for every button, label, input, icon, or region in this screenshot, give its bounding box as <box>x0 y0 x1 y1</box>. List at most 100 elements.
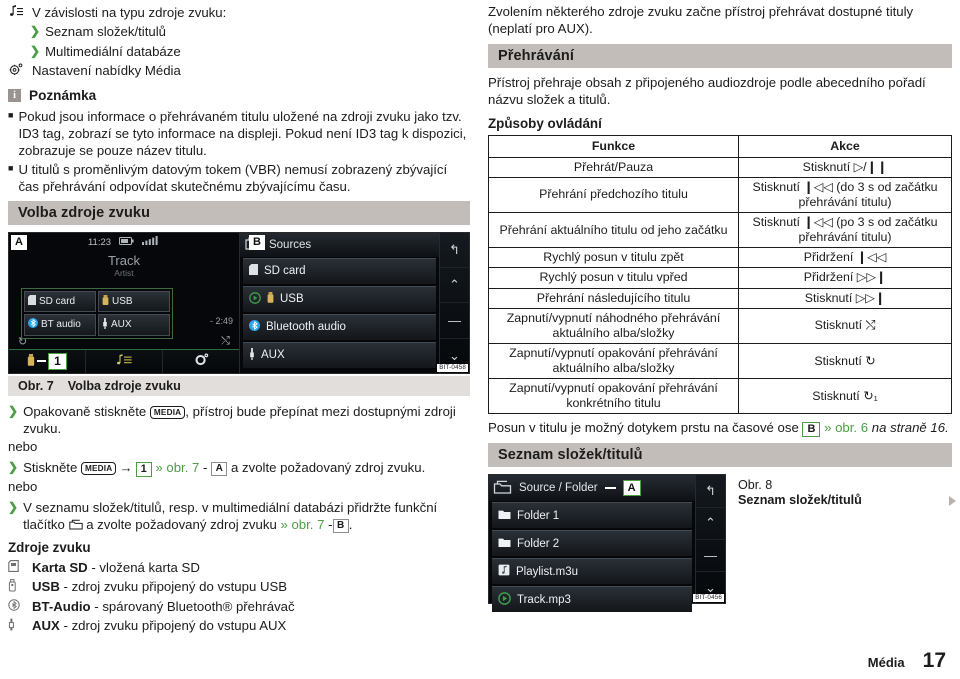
list-item-label: Playlist.m3u <box>516 565 578 578</box>
list-item[interactable]: Bluetooth audio <box>242 313 436 340</box>
note-item: ■ U titulů s proměnlivým datovým tokem (… <box>8 161 470 195</box>
usb-icon <box>27 353 35 369</box>
figure-8-title: Seznam složek/titulů <box>738 493 862 508</box>
screen-taskbar: 1 <box>9 348 239 373</box>
bluetooth-icon <box>28 318 38 331</box>
shuffle-icon[interactable]: ⤭ <box>221 335 230 348</box>
scroll-up-button[interactable]: ⌃ <box>696 508 725 540</box>
control-methods-table: Funkce Akce Přehrát/Pauza Stisknutí ▷/❙❙… <box>487 134 952 415</box>
aux-icon <box>249 347 255 363</box>
control-methods-heading: Způsoby ovládání <box>488 115 602 131</box>
list-item[interactable]: Track.mp3 <box>492 586 692 613</box>
source-popup[interactable]: SD card USB BT audio AUX <box>21 287 173 339</box>
list-item[interactable]: SD card <box>242 257 436 284</box>
figure-tag-ref-b: B <box>802 422 821 438</box>
sub-item-label: Seznam složek/titulů <box>45 24 167 40</box>
list-item[interactable]: USB <box>242 285 436 312</box>
scrollbar-thumb[interactable]: — <box>696 540 725 573</box>
callout-leader-line <box>604 487 616 490</box>
scrollbar-thumb[interactable]: — <box>440 303 469 339</box>
list-item[interactable]: Folder 2 <box>492 530 692 557</box>
step-1-text: Opakovaně stiskněte MEDIA, přístroj bude… <box>23 403 456 437</box>
or-label-2: nebo <box>8 479 38 495</box>
footer-section-label: Média <box>867 655 905 670</box>
media-settings-label: Nastavení nabídky Média <box>32 62 181 78</box>
square-bullet-icon: ■ <box>8 110 14 121</box>
back-button[interactable]: ↰ <box>696 475 725 508</box>
figure-7-label: Obr. 7 <box>18 378 54 393</box>
playlist-icon <box>498 564 510 579</box>
note-header: i Poznámka <box>8 88 470 103</box>
back-button[interactable]: ↰ <box>440 233 469 269</box>
folder-up-icon[interactable] <box>493 480 512 497</box>
section-heading-folder-list: Seznam složek/titulů <box>488 443 952 468</box>
source-legend-text: Karta SD - vložená karta SD <box>32 560 200 576</box>
usb-icon <box>267 292 274 306</box>
taskbar-list-button[interactable] <box>86 349 163 373</box>
figure-tag-ref-b: B <box>332 519 349 534</box>
gear-icon <box>8 62 32 76</box>
audio-sources-heading: Zdroje zvuku <box>8 540 91 556</box>
info-icon: i <box>8 89 21 103</box>
source-popup-item-usb[interactable]: USB <box>98 290 170 312</box>
figure-tag-a: A <box>11 234 27 250</box>
play-circle-icon <box>249 292 261 307</box>
source-popup-item-bt[interactable]: BT audio <box>24 313 96 336</box>
cell-action: Stisknutí ⤭ <box>738 307 952 344</box>
cell-function: Přehrát/Pauza <box>487 156 740 178</box>
list-item-label: Folder 2 <box>517 537 560 550</box>
list-item[interactable]: Folder 1 <box>492 502 692 529</box>
cell-action: Stisknutí ❙◁◁ (po 3 s od začátku přehráv… <box>738 212 952 249</box>
cell-action: Přidržení ▷▷❙ <box>738 267 952 289</box>
play-circle-icon <box>498 592 511 608</box>
figure-link[interactable]: » obr. 6 <box>824 420 868 435</box>
list-item[interactable]: AUX <box>242 341 436 368</box>
step-3-text: V seznamu složek/titulů, resp. v multime… <box>23 499 438 534</box>
figure-link[interactable]: » obr. 7 <box>155 460 199 475</box>
media-key-icon: MEDIA <box>149 405 186 419</box>
chevron-right-icon: ❯ <box>8 403 19 418</box>
track-title: Track <box>107 252 140 268</box>
note-item: ■ Pokud jsou informace o přehrávaném tit… <box>8 108 470 159</box>
sub-item-label: Multimediální databáze <box>45 43 181 59</box>
folder-icon <box>498 509 511 523</box>
figure-code: BIT-0456 <box>693 594 724 603</box>
usb-icon <box>8 578 32 592</box>
step-item-2: ❯ Stiskněte MEDIA → 1 » obr. 7 - A a zvolt… <box>8 459 470 478</box>
list-item[interactable]: Playlist.m3u <box>492 558 692 585</box>
folder-list: Folder 1 Folder 2 Playlist.m3u Track.mp3 <box>489 502 695 613</box>
usb-icon <box>102 294 109 308</box>
cell-function: Přehrání aktuálního titulu od jeho začát… <box>487 212 740 249</box>
cell-function: Rychlý posun v titulu zpět <box>487 247 740 269</box>
clock-label: 11:23 <box>87 236 112 248</box>
cell-action: Stisknutí ↻ <box>738 342 952 380</box>
taskbar-source-button[interactable]: 1 <box>9 349 86 373</box>
bluetooth-icon <box>248 320 260 334</box>
source-popup-item-sd[interactable]: SD card <box>24 290 96 312</box>
media-settings-row: Nastavení nabídky Média <box>8 62 470 79</box>
list-item-label: USB <box>279 293 304 306</box>
table-row: Rychlý posun v titulu zpět Přidržení ❙◁◁ <box>487 247 952 269</box>
table-row: Zapnutí/vypnutí opakování přehrávání kon… <box>487 378 952 415</box>
media-list-icon <box>116 354 132 369</box>
figure-link[interactable]: » obr. 7 <box>280 517 324 532</box>
signal-icon <box>142 236 160 248</box>
scroll-up-button[interactable]: ⌃ <box>440 268 469 304</box>
figure-tag-b: B <box>249 234 265 250</box>
table-row: Přehrání následujícího titulu Stisknutí … <box>487 287 952 309</box>
note-item-text: U titulů s proměnlivým datovým tokem (VB… <box>18 161 448 194</box>
taskbar-settings-button[interactable] <box>163 350 239 373</box>
cell-action: Stisknutí ❙◁◁ (do 3 s od začátku přehráv… <box>738 176 952 214</box>
cell-function: Rychlý posun v titulu vpřed <box>487 267 740 289</box>
table-row: Přehrát/Pauza Stisknutí ▷/❙❙ <box>487 156 952 178</box>
page-footer: Média 17 <box>868 649 946 673</box>
source-popup-item-aux[interactable]: AUX <box>98 313 170 336</box>
battery-icon <box>119 236 134 248</box>
source-legend-item: Karta SD - vložená karta SD <box>8 559 470 576</box>
or-label-1: nebo <box>8 439 38 455</box>
media-list-icon <box>8 4 32 18</box>
note-item-text: Pokud jsou informace o přehrávaném titul… <box>18 109 467 159</box>
figure-tag-ref-a: A <box>211 462 228 477</box>
source-legend-item: BT-Audio - spárovaný Bluetooth® přehráva… <box>8 598 470 615</box>
figure-8-label: Obr. 8 <box>738 478 773 493</box>
